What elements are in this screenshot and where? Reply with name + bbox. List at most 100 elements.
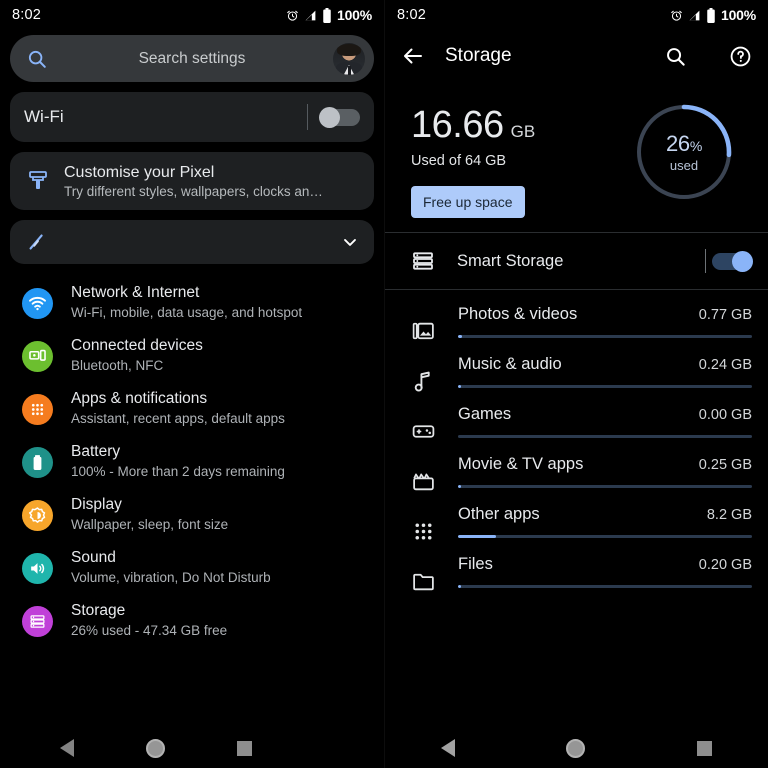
category-size: 0.25 GB: [698, 457, 752, 473]
donut-caption: used: [669, 158, 699, 173]
category-size: 0.20 GB: [698, 557, 752, 573]
wifi-card[interactable]: Wi-Fi: [10, 92, 374, 142]
list-item[interactable]: Movie & TV apps 0.25 GB: [385, 444, 768, 494]
brightness-icon: [22, 500, 53, 531]
battery-icon: [22, 447, 53, 478]
tips-icon: [29, 234, 43, 250]
category-name: Movie & TV apps: [458, 455, 584, 473]
navigation-bar-right: [385, 728, 768, 768]
status-bar-right: 8:02 100%: [385, 0, 768, 30]
sidebar-item-subtitle: Assistant, recent apps, default apps: [71, 411, 285, 426]
sidebar-item-display[interactable]: Display Wallpaper, sleep, font size: [0, 488, 384, 541]
divider: [307, 104, 308, 130]
wifi-toggle[interactable]: [319, 106, 360, 128]
battery-icon: [323, 7, 331, 23]
sidebar-item-connected-devices[interactable]: Connected devices Bluetooth, NFC: [0, 329, 384, 382]
status-bar-left: 8:02 100%: [0, 0, 384, 30]
status-icons: 100%: [286, 7, 372, 23]
customise-pixel-card[interactable]: Customise your Pixel Try different style…: [10, 152, 374, 210]
storage-summary: 16.66 GB Used of 64 GB Free up space 26%…: [385, 82, 768, 218]
chevron-down-icon[interactable]: [340, 232, 360, 252]
apps-grid-icon: [22, 394, 53, 425]
category-progress-bar: [458, 585, 752, 588]
search-icon: [28, 50, 46, 68]
storage-panel: 8:02 100% Storage 16.66 GB Used of 64 GB…: [384, 0, 768, 768]
category-progress-bar: [458, 385, 752, 388]
status-time: 8:02: [12, 7, 42, 23]
category-size: 0.00 GB: [698, 407, 752, 423]
alarm-icon: [287, 10, 298, 21]
sidebar-item-subtitle: Volume, vibration, Do Not Disturb: [71, 570, 271, 585]
customise-subtitle: Try different styles, wallpapers, clocks…: [64, 183, 323, 199]
sidebar-item-title: Storage: [71, 602, 126, 619]
sidebar-item-title: Apps & notifications: [71, 390, 208, 407]
folder-icon: [413, 573, 434, 591]
volume-icon: [22, 553, 53, 584]
smart-storage-toggle[interactable]: [712, 250, 753, 272]
free-up-space-button[interactable]: Free up space: [411, 186, 525, 218]
page-title: Storage: [445, 45, 512, 66]
dual-screenshot-stage: 8:02 100% Search settings Wi-Fi Customis…: [0, 0, 768, 768]
list-item[interactable]: Games 0.00 GB: [385, 394, 768, 444]
category-size: 0.77 GB: [698, 307, 752, 323]
divider: [705, 249, 706, 273]
category-size: 8.2 GB: [706, 507, 752, 523]
category-progress-bar: [458, 535, 752, 538]
help-circle-icon[interactable]: [729, 45, 752, 68]
sidebar-item-subtitle: 26% used - 47.34 GB free: [71, 623, 228, 638]
storage-category-list: Photos & videos 0.77 GB Music & audio 0.…: [385, 290, 768, 594]
paintbrush-icon: [29, 171, 47, 189]
search-settings-bar[interactable]: Search settings: [10, 35, 374, 82]
app-bar: Storage: [385, 30, 768, 82]
sidebar-item-subtitle: Bluetooth, NFC: [71, 358, 164, 373]
category-name: Photos & videos: [458, 305, 578, 323]
search-input-placeholder: Search settings: [138, 49, 246, 67]
nav-back-icon[interactable]: [440, 739, 455, 757]
battery-percent: 100%: [720, 7, 756, 23]
smart-storage-row[interactable]: Smart Storage: [385, 233, 768, 289]
signal-icon: [689, 10, 700, 20]
sidebar-item-storage[interactable]: Storage 26% used - 47.34 GB free: [0, 594, 384, 647]
nav-recents-icon[interactable]: [237, 740, 252, 756]
storage-icon: [22, 606, 53, 637]
sidebar-item-battery[interactable]: Battery 100% - More than 2 days remainin…: [0, 435, 384, 488]
status-icons: 100%: [670, 7, 756, 23]
music-note-icon: [414, 371, 430, 392]
nav-back-icon[interactable]: [60, 739, 74, 757]
list-item[interactable]: Photos & videos 0.77 GB: [385, 294, 768, 344]
clapperboard-icon: [413, 473, 434, 491]
sidebar-item-title: Network & Internet: [71, 284, 200, 301]
status-time: 8:02: [397, 7, 427, 23]
alarm-icon: [671, 10, 682, 21]
list-item[interactable]: Music & audio 0.24 GB: [385, 344, 768, 394]
category-progress-bar: [458, 435, 752, 438]
used-unit: GB: [510, 122, 536, 141]
search-icon[interactable]: [664, 45, 687, 68]
sidebar-item-subtitle: Wi-Fi, mobile, data usage, and hotspot: [71, 305, 303, 320]
avatar[interactable]: [333, 42, 365, 75]
list-icon: [413, 252, 433, 270]
smart-storage-label: Smart Storage: [457, 251, 564, 270]
sidebar-item-network[interactable]: Network & Internet Wi-Fi, mobile, data u…: [0, 276, 384, 329]
sidebar-item-title: Display: [71, 496, 122, 513]
category-progress-bar: [458, 335, 752, 338]
gamepad-icon: [412, 425, 435, 438]
settings-list: Network & Internet Wi-Fi, mobile, data u…: [0, 276, 384, 647]
suggestion-collapsed-card[interactable]: [10, 220, 374, 264]
used-of-label: Used of 64 GB: [411, 153, 507, 169]
storage-donut-chart: 26% used: [632, 100, 736, 204]
list-item[interactable]: Files 0.20 GB: [385, 544, 768, 594]
category-name: Music & audio: [458, 355, 562, 373]
sidebar-item-apps[interactable]: Apps & notifications Assistant, recent a…: [0, 382, 384, 435]
sidebar-item-title: Connected devices: [71, 337, 203, 354]
list-item[interactable]: Other apps 8.2 GB: [385, 494, 768, 544]
storage-used-block: 16.66 GB Used of 64 GB Free up space: [411, 100, 535, 218]
donut-percent: 26%: [665, 131, 703, 156]
nav-home-icon[interactable]: [146, 738, 165, 758]
category-name: Games: [458, 405, 512, 423]
nav-home-icon[interactable]: [566, 738, 586, 758]
sidebar-item-sound[interactable]: Sound Volume, vibration, Do Not Disturb: [0, 541, 384, 594]
arrow-back-icon[interactable]: [401, 44, 425, 68]
customise-title: Customise your Pixel: [64, 163, 215, 181]
nav-recents-icon[interactable]: [697, 740, 713, 756]
